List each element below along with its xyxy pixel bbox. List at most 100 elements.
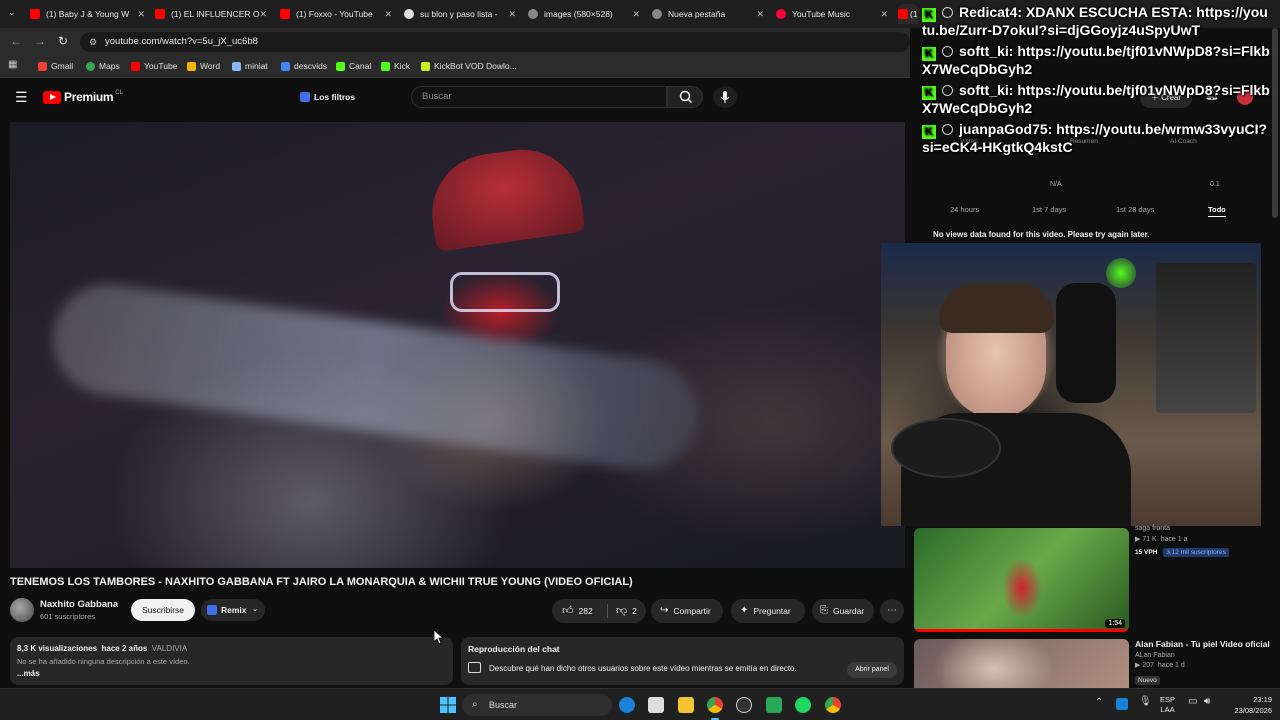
remix-button[interactable]: Remix ⌄ [201,599,265,621]
input-language[interactable]: ESP LAA [1160,695,1175,715]
menu-icon[interactable]: ☰ [15,89,28,106]
windows-start-icon[interactable] [440,697,456,713]
close-tab-icon[interactable]: ✕ [384,9,392,20]
chrome-profile-icon[interactable] [825,697,841,713]
app-icon[interactable] [766,697,782,713]
apps-icon[interactable]: ▦ [8,59,17,70]
youtube-play-icon [43,90,61,104]
user-icon [942,46,953,57]
dislike-button[interactable]: 👎︎ 2 [608,599,637,623]
user-icon [942,85,953,96]
close-tab-icon[interactable]: ✕ [508,9,516,20]
file-explorer-icon[interactable] [678,697,694,713]
subscriber-count: 601 suscriptores [40,612,96,621]
chrome-icon[interactable] [707,697,723,713]
remix-icon [207,605,217,615]
show-more-link[interactable]: ...más [17,669,40,678]
ask-button[interactable]: ✦ Preguntar [731,599,805,623]
channel-avatar[interactable] [10,598,34,622]
site-info-icon[interactable]: ⚙ [89,32,97,52]
store-icon[interactable] [648,697,664,713]
bookmark-maps[interactable]: Maps [86,61,120,71]
youtube-logo[interactable]: Premium CL [43,90,123,104]
open-panel-button[interactable]: Abrir panel [847,662,897,678]
bookmark-canal[interactable]: Canal [336,61,371,71]
youtube-header: ☰ Premium CL Los filtros Buscar [0,80,910,116]
taskbar-search[interactable]: ⌕ Buscar [462,694,612,716]
tab-4[interactable]: images (580×528) ✕ [528,4,640,24]
close-tab-icon[interactable]: ✕ [137,9,145,20]
edge-icon[interactable] [619,697,635,713]
kick-icon [381,61,390,71]
chat-message: Ksoftt_ki: https://youtu.be/tjf01vNWpD8?… [922,43,1270,77]
bookmark-youtube[interactable]: YouTube [131,61,177,71]
bookmark-descvids[interactable]: descvids [281,61,327,71]
tab-7[interactable]: (1 [898,4,918,24]
thumbs-down-icon: 👎︎ [616,605,628,617]
tab-2[interactable]: (1) Foxxo - YouTube ✕ [280,4,392,24]
more-actions-button[interactable]: ⋯ [880,599,904,623]
globe-tab-icon [528,9,538,19]
spotify-icon[interactable] [795,697,811,713]
microphone-icon [720,91,730,103]
forward-icon[interactable]: → [34,34,46,48]
scrollbar[interactable] [1272,28,1278,218]
tray-app-icon[interactable] [1116,698,1128,710]
recommendation-channel[interactable]: saga fronta [1135,525,1275,532]
descvids-icon [281,61,290,71]
reload-icon[interactable]: ↻ [58,34,68,48]
url-field[interactable]: ⚙ youtube.com/watch?v=5u_jX_uc6b8 [80,32,910,52]
subscriber-badge: 3,12 mil suscriptores [1163,548,1229,557]
volume-icon[interactable]: 🔊︎ [1204,696,1210,707]
range-24h[interactable]: 24 hours [950,205,979,214]
tab-6[interactable]: YouTube Music ✕ [776,4,888,24]
network-icon[interactable]: ▭ [1188,696,1197,707]
tab-5[interactable]: Nueva pestaña ✕ [652,4,764,24]
webcam-hair [939,283,1054,333]
bookmark-word[interactable]: Word [187,61,220,71]
chat-message: Ksoftt_ki: https://youtu.be/tjf01vNWpD8?… [922,82,1270,116]
share-button[interactable]: ↪ Compartir [651,599,723,623]
bookmark-miniat[interactable]: miniat [232,61,268,71]
range-7d[interactable]: 1st 7 days [1032,205,1066,214]
subscribe-button[interactable]: Suscribirse [131,599,195,621]
kick-icon [336,61,345,71]
bookmark-kick[interactable]: Kick [381,61,410,71]
description-box[interactable]: 8,3 K visualizaciones hace 2 años VALDIV… [10,637,453,685]
video-player[interactable] [10,122,905,568]
windows-taskbar: ⌕ Buscar ⌃ 🎙︎ ESP LAA ▭ 🔊︎ 23:19 23/08/2… [0,688,1280,720]
tab-0[interactable]: (1) Baby J & Young W ✕ [30,4,145,24]
clock[interactable]: 23:19 23/08/2026 [1222,694,1272,716]
range-all[interactable]: Todo [1208,205,1226,217]
microphone-tray-icon[interactable]: 🎙︎ [1139,696,1152,707]
tab-3[interactable]: su blon y paso lista - ✕ [404,4,516,24]
close-tab-icon[interactable]: ✕ [632,9,640,20]
close-tab-icon[interactable]: ✕ [259,9,267,20]
channel-name[interactable]: Naxhito Gabbana [40,599,118,610]
thumbs-up-icon: 👍︎ [562,605,574,617]
recommendation-title[interactable]: Alan Fabian - Tu piel Video oficial [1135,639,1275,649]
bookmark-kickbot[interactable]: KickBot VOD Dowlo... [421,61,517,71]
youtube-tab-icon [898,9,908,19]
close-tab-icon[interactable]: ✕ [880,9,888,20]
close-tab-icon[interactable]: ✕ [756,9,764,20]
recommendation-thumbnail[interactable] [914,639,1129,689]
voice-search-button[interactable] [713,86,737,108]
back-icon[interactable]: ← [10,34,22,48]
search-input[interactable]: Buscar [411,86,667,108]
recommendation-channel[interactable]: ALan Fabian [1135,652,1275,659]
sparkle-icon: ✦ [740,605,749,616]
like-button[interactable]: 👍︎ 282 [552,599,607,623]
search-button[interactable] [667,86,703,108]
recommendation-thumbnail[interactable]: 1:54 [914,528,1129,632]
tab-1[interactable]: (1) EL INFLUENCER O ✕ [155,4,267,24]
filters-button[interactable]: Los filtros [300,88,355,106]
tab-search-icon[interactable]: ⌄ [8,7,16,18]
save-button[interactable]: ⎘ Guardar [812,599,874,623]
webcam-cap [891,418,1001,478]
range-28d[interactable]: 1st 28 days [1116,205,1154,214]
bookmark-gmail[interactable]: Gmail [38,61,73,71]
tray-overflow-icon[interactable]: ⌃ [1095,697,1103,708]
webcam-clover-icon [1106,258,1136,288]
obs-icon[interactable] [736,697,752,713]
